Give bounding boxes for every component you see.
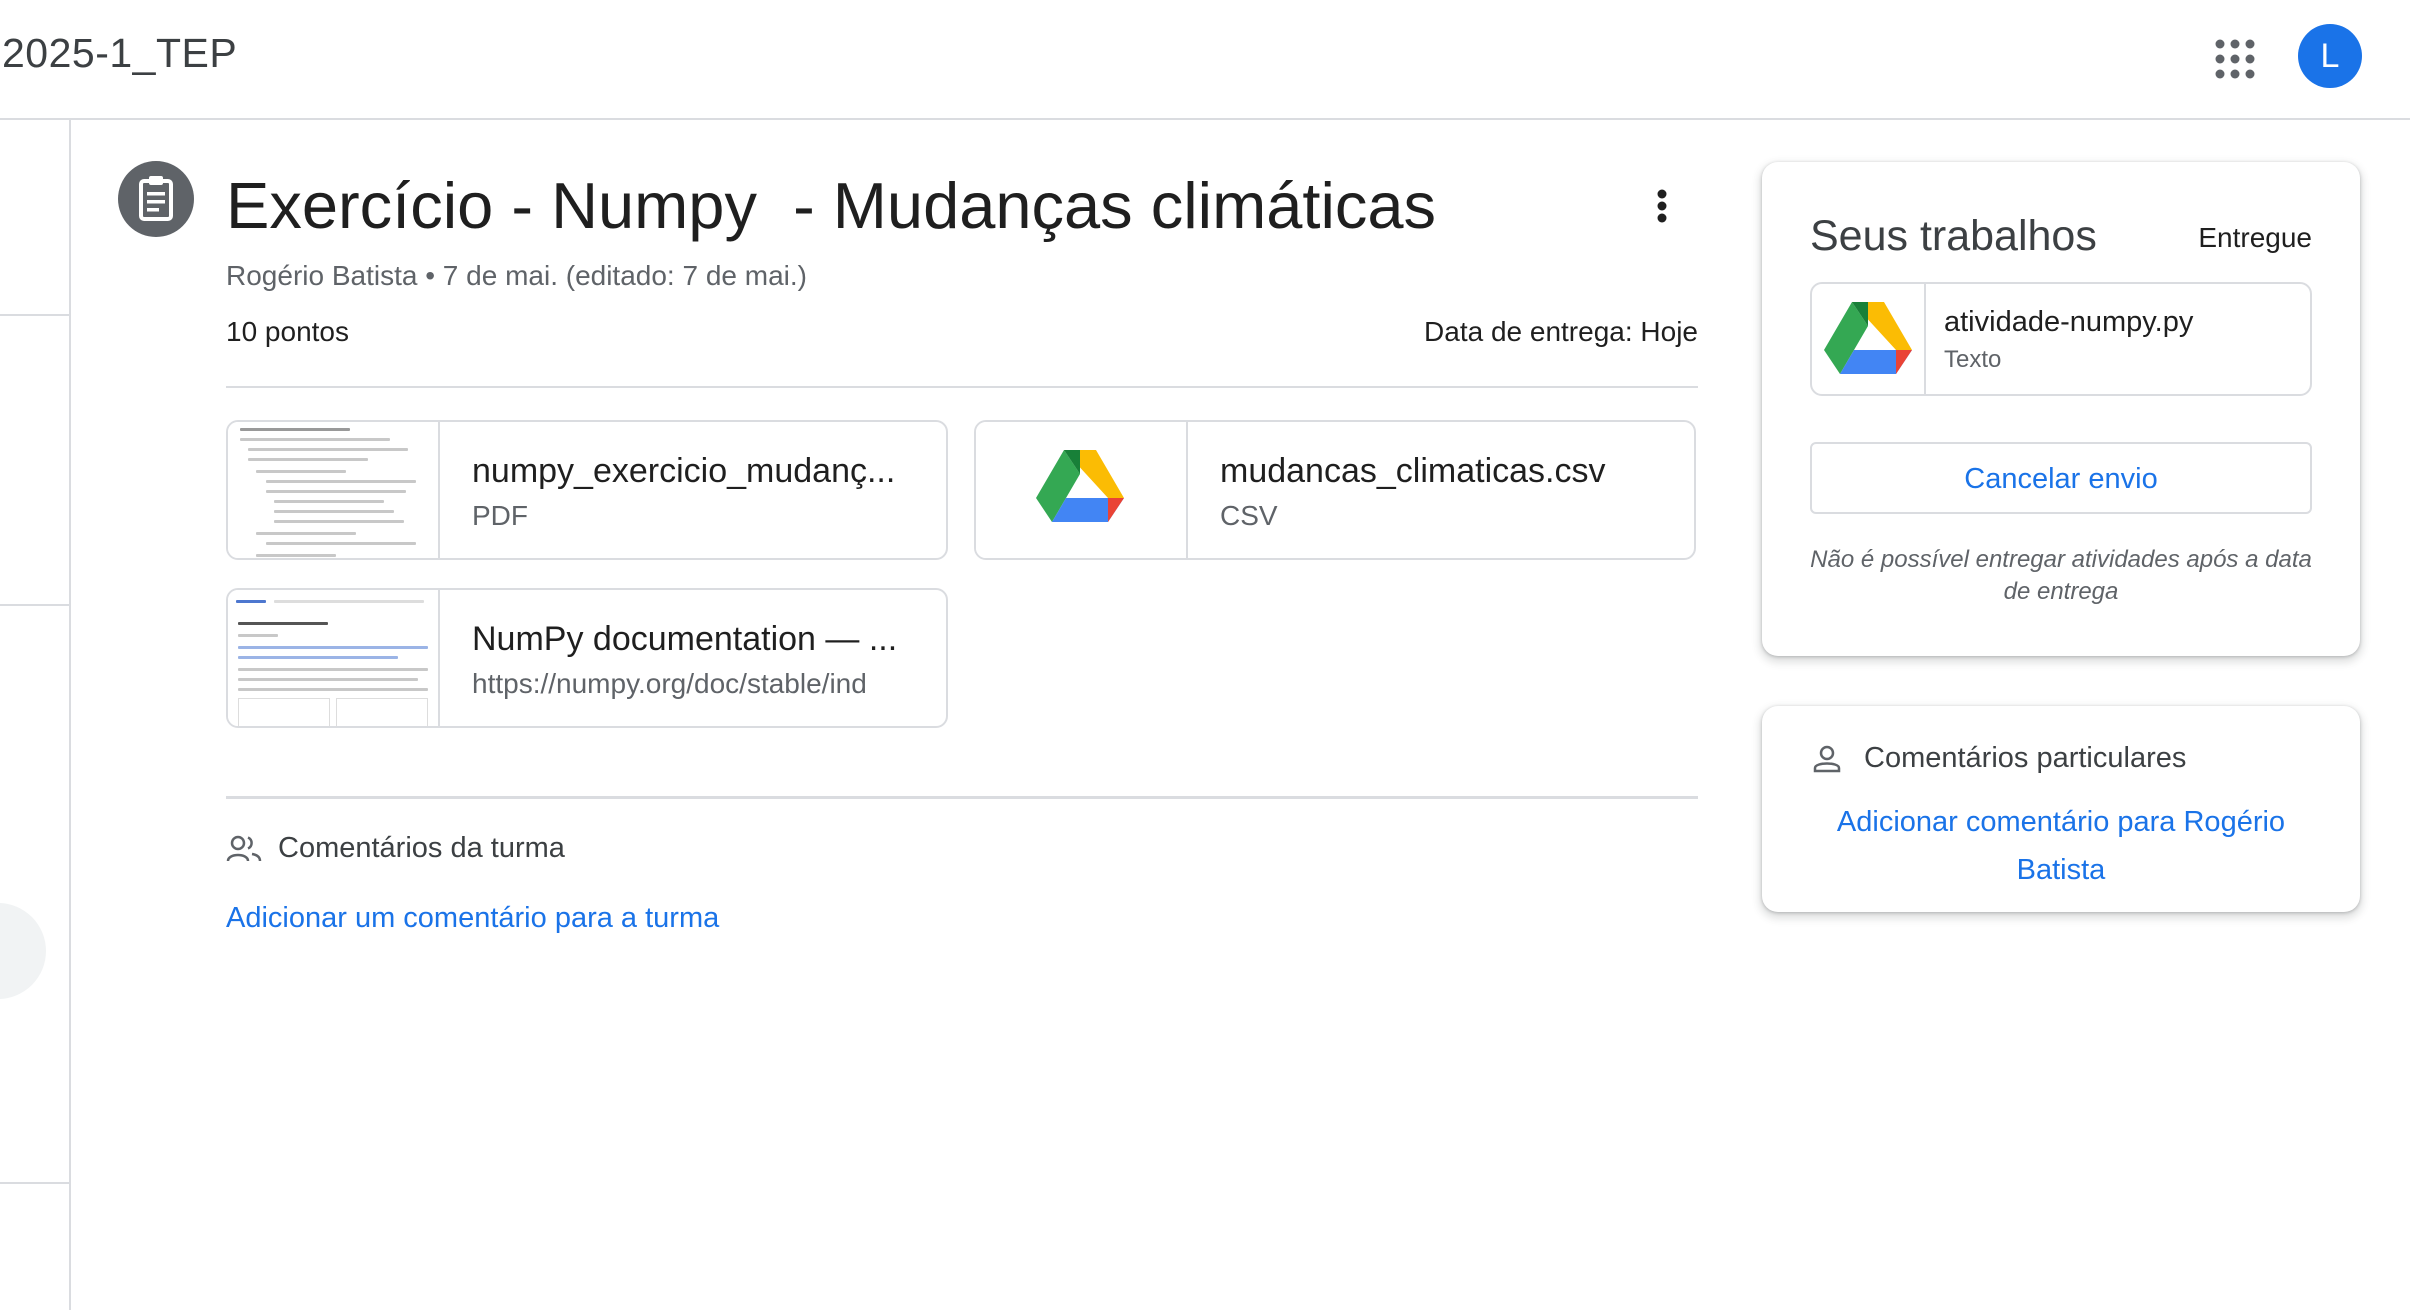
- left-navigation-rail: [0, 120, 71, 1310]
- class-comments-label: Comentários da turma: [278, 832, 565, 864]
- attachment-name: numpy_exercicio_mudanç...: [472, 452, 896, 490]
- add-class-comment-link[interactable]: Adicionar um comentário para a turma: [226, 902, 719, 935]
- assignment-icon: [118, 161, 194, 237]
- classroom-assignment-page: 2025-1_TEP L Exercício - Numpy - Mudança…: [0, 0, 2410, 1310]
- add-private-comment-link[interactable]: Adicionar comentário para Rogério Batist…: [1802, 798, 2320, 894]
- attachment-card-link[interactable]: NumPy documentation — ... https://numpy.…: [226, 588, 948, 728]
- attachment-name: NumPy documentation — ...: [472, 620, 898, 658]
- attachment-name: mudancas_climaticas.csv: [1220, 452, 1606, 490]
- assignment-meta: Rogério Batista • 7 de mai. (editado: 7 …: [226, 260, 807, 291]
- assignment-points: 10 pontos: [226, 316, 349, 347]
- google-drive-icon: [976, 422, 1188, 558]
- account-avatar[interactable]: L: [2298, 24, 2362, 88]
- private-comments-label: Comentários particulares: [1864, 742, 2187, 774]
- attachment-card-pdf[interactable]: numpy_exercicio_mudanç... PDF: [226, 420, 948, 560]
- private-comments-card: Comentários particulares Adicionar comen…: [1762, 706, 2360, 912]
- google-apps-icon[interactable]: [2210, 34, 2260, 84]
- submission-status: Entregue: [2198, 222, 2312, 253]
- person-icon: [1812, 744, 1842, 774]
- unsubmit-button[interactable]: Cancelar envio: [1810, 442, 2312, 514]
- top-bar: 2025-1_TEP L: [0, 0, 2410, 120]
- google-drive-icon: [1812, 284, 1926, 394]
- course-title[interactable]: 2025-1_TEP: [2, 30, 237, 77]
- people-icon: [226, 834, 262, 864]
- attachment-type: CSV: [1220, 500, 1278, 531]
- assignment-due-date: Data de entrega: Hoje: [1424, 316, 1698, 347]
- submitted-file-chip[interactable]: atividade-numpy.py Texto: [1810, 282, 2312, 396]
- rail-divider: [0, 314, 69, 316]
- rail-divider: [0, 1182, 69, 1184]
- divider: [226, 386, 1698, 388]
- more-vert-icon[interactable]: [1640, 180, 1684, 232]
- your-work-card: Seus trabalhos Entregue atividade-numpy.…: [1762, 162, 2360, 656]
- late-submission-note: Não é possível entregar atividades após …: [1810, 546, 2312, 605]
- rail-item-highlight[interactable]: [0, 903, 46, 999]
- attachment-card-csv[interactable]: mudancas_climaticas.csv CSV: [974, 420, 1696, 560]
- attachment-url: https://numpy.org/doc/stable/ind: [472, 668, 867, 699]
- webpage-thumbnail: [228, 590, 440, 726]
- rail-divider: [0, 604, 69, 606]
- divider: [226, 796, 1698, 799]
- submitted-file-name: atividade-numpy.py: [1944, 306, 2194, 338]
- pdf-document-thumbnail: [228, 422, 440, 558]
- submitted-file-type: Texto: [1944, 346, 2002, 373]
- attachment-type: PDF: [472, 500, 528, 531]
- assignment-title: Exercício - Numpy - Mudanças climáticas: [226, 169, 1437, 242]
- your-work-title: Seus trabalhos: [1810, 212, 2097, 260]
